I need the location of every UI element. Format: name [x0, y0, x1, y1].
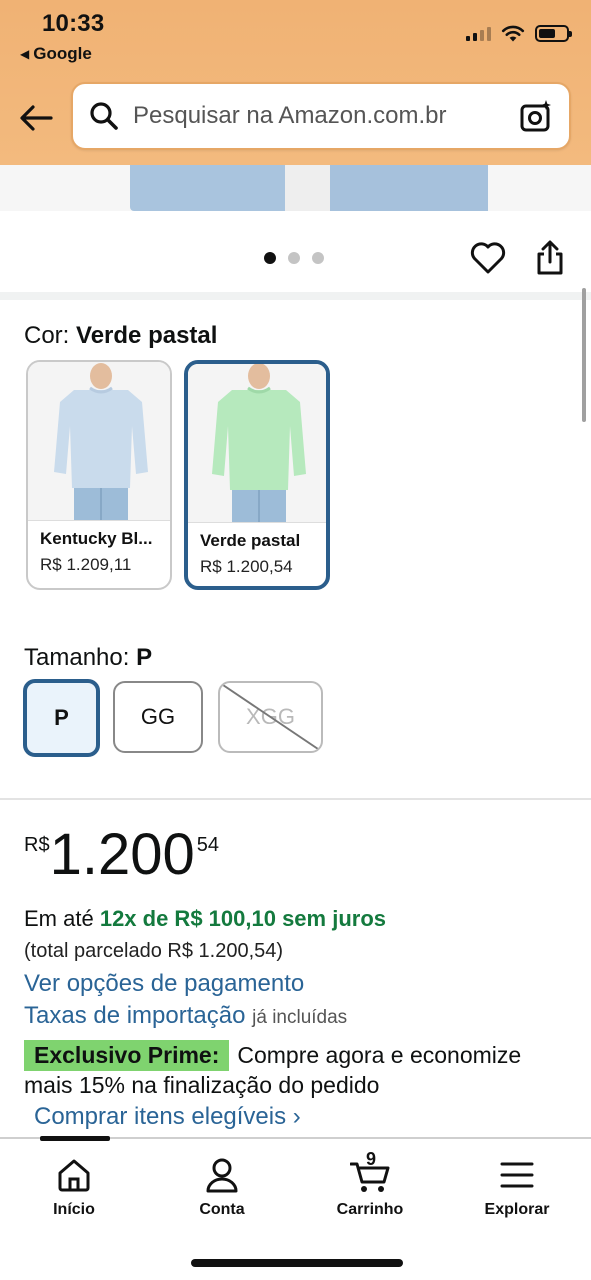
nav-explore-label: Explorar [484, 1201, 550, 1218]
prime-badge: Exclusivo Prime: [24, 1040, 230, 1071]
nav-account[interactable]: Conta [162, 1155, 282, 1219]
share-button[interactable] [530, 238, 570, 278]
size-option-p[interactable]: P [23, 679, 100, 757]
carousel-dots [264, 252, 324, 264]
color-option-price: R$ 1.209,11 [40, 555, 132, 574]
home-indicator[interactable] [191, 1259, 403, 1267]
menu-icon [500, 1162, 534, 1188]
section-divider [0, 292, 591, 300]
nav-cart[interactable]: 9 Carrinho [310, 1149, 430, 1219]
color-option-price: R$ 1.200,54 [200, 557, 293, 576]
nav-home[interactable]: Início [14, 1155, 134, 1219]
installments: Em até 12x de R$ 100,10 sem juros [24, 906, 386, 931]
status-icons [466, 24, 572, 42]
cart-count-badge: 9 [366, 1149, 377, 1169]
section-divider [0, 798, 591, 800]
payment-options-link[interactable]: Ver opções de pagamento [24, 970, 304, 998]
app-header: 10:33 ◀ Google Pesquisar na Amazon.com.b… [0, 0, 591, 165]
home-icon [58, 1159, 90, 1192]
color-option-name: Kentucky Bl... [40, 529, 153, 548]
camera-search-icon[interactable] [519, 99, 553, 133]
scrollbar[interactable] [582, 288, 586, 422]
size-option-gg[interactable]: GG [113, 681, 203, 753]
price-whole: 1.200 [49, 822, 195, 887]
nav-home-label: Início [53, 1201, 95, 1218]
prime-offer-text-2: mais 15% na finalização do pedido [24, 1072, 380, 1098]
selected-size: P [136, 644, 153, 671]
import-taxes-note: já incluídas [252, 1007, 348, 1028]
arrow-left-icon [20, 105, 53, 131]
search-bar[interactable]: Pesquisar na Amazon.com.br [71, 82, 571, 150]
size-label: Tamanho: P [24, 644, 153, 671]
product-thumbnail [188, 364, 326, 522]
status-time: 10:33 [42, 10, 105, 37]
import-taxes: Taxas de importação já incluídas [24, 1002, 347, 1030]
price-currency: R$ [24, 834, 50, 856]
nav-cart-label: Carrinho [336, 1201, 404, 1218]
selected-color: Verde pastal [76, 322, 218, 349]
nav-explore[interactable]: Explorar [457, 1155, 577, 1219]
price-cents: 54 [196, 834, 219, 856]
back-app-label: Google [33, 44, 92, 63]
wifi-icon [501, 25, 525, 42]
product-thumbnail [28, 362, 170, 520]
price: R$ 1.200 54 [24, 824, 219, 886]
back-triangle-icon: ◀ [20, 47, 30, 61]
cellular-signal-icon [466, 25, 491, 41]
prime-offer-text: Compre agora e economize [237, 1042, 522, 1068]
product-image[interactable] [0, 165, 591, 211]
back-arrow-button[interactable] [16, 98, 56, 138]
heart-icon [470, 242, 506, 274]
prime-offer: Exclusivo Prime: Compre agora e economiz… [24, 1040, 521, 1071]
color-option-kentucky-blue[interactable]: Kentucky Bl... R$ 1.209,11 [26, 360, 172, 590]
share-icon [537, 240, 563, 275]
installment-highlight: 12x de R$ 100,10 sem juros [99, 906, 386, 931]
account-icon [206, 1158, 238, 1193]
import-taxes-link[interactable]: Taxas de importação [24, 1002, 245, 1029]
carousel-dot [312, 252, 324, 264]
nav-account-label: Conta [199, 1201, 245, 1218]
size-option-xgg[interactable]: XGG [218, 681, 323, 753]
search-icon [90, 102, 118, 130]
color-label: Cor: Verde pastal [24, 322, 218, 349]
installment-total: (total parcelado R$ 1.200,54) [24, 940, 284, 962]
search-input[interactable]: Pesquisar na Amazon.com.br [133, 102, 519, 130]
active-tab-indicator [40, 1136, 110, 1141]
color-option-name: Verde pastal [200, 531, 301, 550]
carousel-dot [264, 252, 276, 264]
back-to-app-link[interactable]: ◀ Google [20, 44, 92, 64]
prime-eligible-items-link[interactable]: Comprar itens elegíveis › [34, 1103, 301, 1131]
carousel-dot [288, 252, 300, 264]
unavailable-strike-icon [220, 683, 321, 751]
wishlist-button[interactable] [468, 238, 508, 278]
color-option-verde-pastal[interactable]: Verde pastal R$ 1.200,54 [184, 360, 330, 590]
battery-icon [535, 24, 572, 42]
